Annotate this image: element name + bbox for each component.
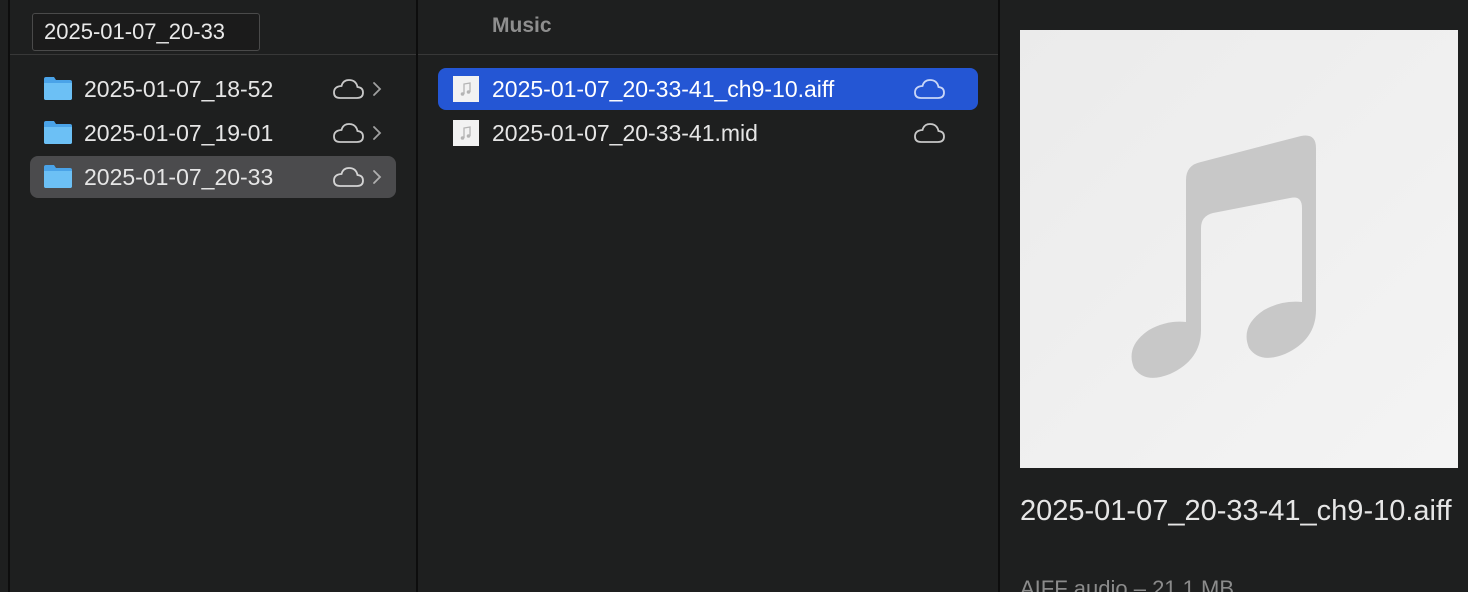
folder-row-selected[interactable]: 2025-01-07_20-33	[30, 156, 396, 198]
cloud-icon[interactable]	[912, 122, 946, 144]
preview-pane: 2025-01-07_20-33-41_ch9-10.aiff AIFF aud…	[1000, 0, 1468, 592]
preview-thumbnail[interactable]	[1020, 30, 1458, 468]
cloud-icon[interactable]	[331, 78, 365, 100]
column-header: Music	[418, 0, 998, 55]
folder-name-tooltip: 2025-01-07_20-33	[32, 13, 260, 51]
folder-label: 2025-01-07_20-33	[84, 164, 274, 190]
cloud-icon[interactable]	[912, 78, 946, 100]
folder-icon	[44, 77, 72, 100]
file-row-selected[interactable]: 2025-01-07_20-33-41_ch9-10.aiff	[438, 68, 978, 110]
file-row[interactable]: 2025-01-07_20-33-41.mid	[438, 112, 978, 154]
cloud-icon[interactable]	[331, 122, 365, 144]
file-label: 2025-01-07_20-33-41.mid	[492, 120, 758, 146]
column-title: Music	[492, 14, 552, 37]
folder-label: 2025-01-07_18-52	[84, 76, 274, 102]
preview-filename: 2025-01-07_20-33-41_ch9-10.aiff	[1020, 495, 1452, 527]
music-note-icon	[1131, 135, 1316, 378]
chevron-right-icon	[373, 82, 382, 96]
file-label: 2025-01-07_20-33-41_ch9-10.aiff	[492, 76, 835, 102]
column-header: 2025-01-07_20-33	[10, 0, 416, 55]
cloud-icon[interactable]	[331, 166, 365, 188]
folder-column: 2025-01-07_20-33 2025-01-07_18-52 2025-0…	[10, 0, 416, 592]
preview-file-info: AIFF audio – 21.1 MB	[1020, 576, 1234, 592]
file-column: Music 2025-01-07_20-33-41_ch9-10.aiff 20…	[418, 0, 998, 592]
chevron-right-icon	[373, 126, 382, 140]
finder-column-view: 2025-01-07_20-33 2025-01-07_18-52 2025-0…	[0, 0, 1468, 592]
folder-icon	[44, 121, 72, 144]
folder-icon	[44, 165, 72, 188]
music-file-icon	[453, 76, 479, 102]
folder-label: 2025-01-07_19-01	[84, 120, 274, 146]
chevron-right-icon	[373, 170, 382, 184]
folder-row[interactable]: 2025-01-07_19-01	[30, 112, 396, 154]
music-file-icon	[453, 120, 479, 146]
folder-row[interactable]: 2025-01-07_18-52	[30, 68, 396, 110]
